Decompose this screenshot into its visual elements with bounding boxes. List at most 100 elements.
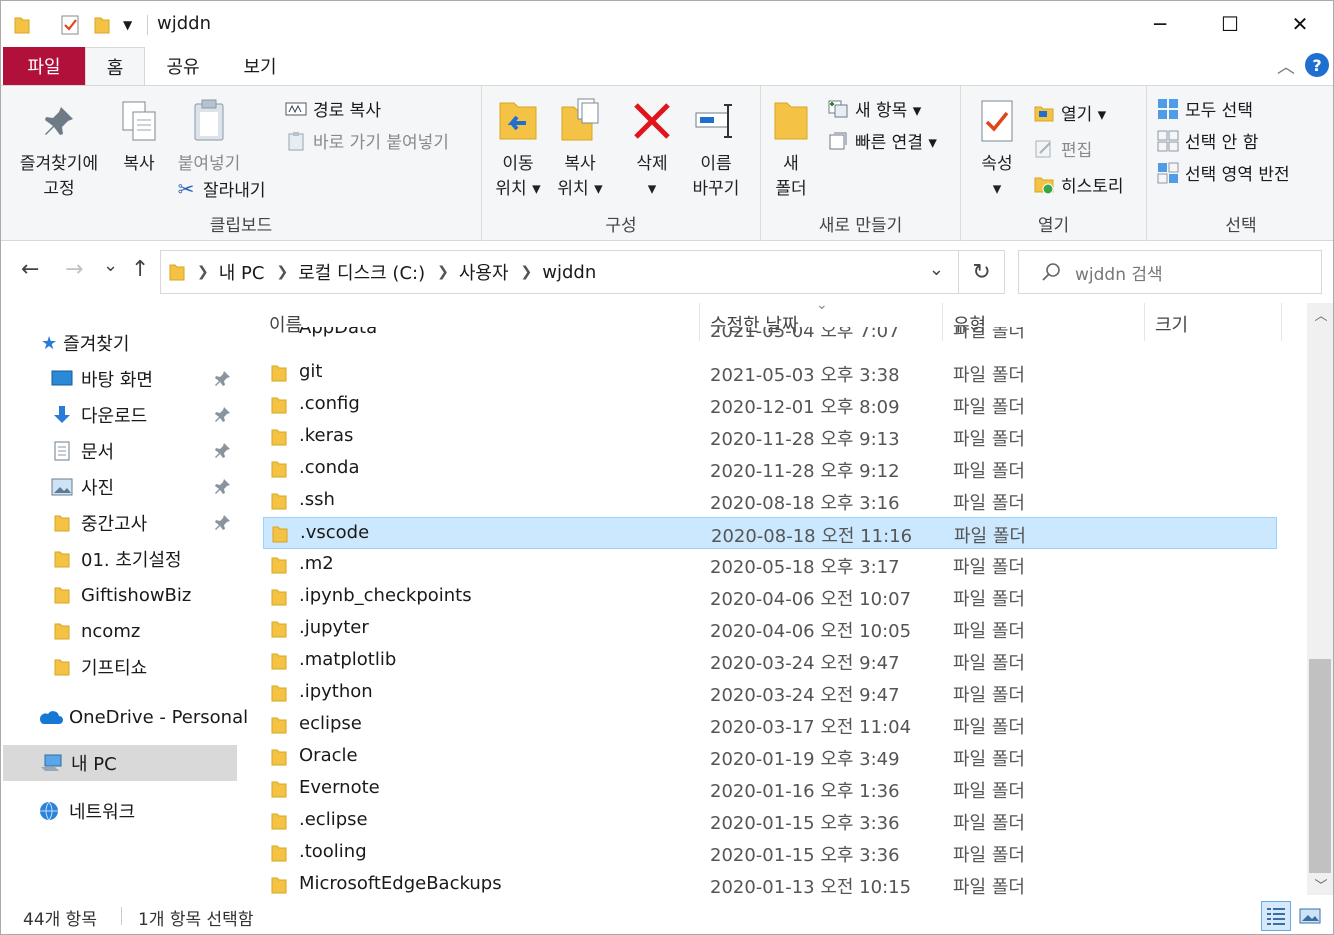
pin-icon bbox=[37, 96, 81, 146]
sidebar-item-quick[interactable]: 01. 초기설정 bbox=[1, 541, 237, 577]
sidebar-item-network[interactable]: 네트워크 bbox=[1, 793, 237, 829]
select-none-button[interactable]: 선택 안 함 bbox=[1157, 128, 1258, 153]
sidebar-item-onedrive[interactable]: OneDrive - Personal bbox=[1, 699, 248, 735]
new-folder-button[interactable]: 새 폴더 bbox=[767, 96, 815, 202]
new-item-button[interactable]: 새 항목 ▾ bbox=[827, 96, 921, 121]
search-placeholder: wjddn 검색 bbox=[1075, 264, 1163, 285]
history-button[interactable]: 히스토리 bbox=[1033, 172, 1124, 197]
sidebar-item-quick[interactable]: 기프티쇼 bbox=[1, 649, 237, 685]
breadcrumb-separator-icon[interactable]: ❯ bbox=[437, 264, 449, 280]
table-row[interactable]: .config 2020-12-01 오후 8:09 파일 폴더 bbox=[263, 389, 1277, 421]
tab-home[interactable]: 홈 bbox=[85, 47, 145, 86]
vertical-scrollbar[interactable]: ︿ ﹀ bbox=[1307, 303, 1333, 895]
table-row[interactable]: eclipse 2020-03-17 오전 11:04 파일 폴더 bbox=[263, 709, 1277, 741]
table-row[interactable]: .vscode 2020-08-18 오전 11:16 파일 폴더 bbox=[263, 517, 1277, 549]
tab-share[interactable]: 공유 bbox=[151, 47, 215, 85]
tab-view[interactable]: 보기 bbox=[223, 47, 297, 85]
move-to-button[interactable]: 이동 위치 ▾ bbox=[490, 96, 546, 202]
sidebar-item-quick[interactable]: 바탕 화면 bbox=[1, 361, 237, 397]
table-row[interactable]: .eclipse 2020-01-15 오후 3:36 파일 폴더 bbox=[263, 805, 1277, 837]
sidebar-item-quick[interactable]: GiftishowBiz bbox=[1, 577, 237, 613]
pin-quick-access-button[interactable]: 즐겨찾기에 고정 bbox=[9, 96, 109, 202]
table-row[interactable]: .conda 2020-11-28 오후 9:12 파일 폴더 bbox=[263, 453, 1277, 485]
open-button[interactable]: 열기 ▾ bbox=[1033, 100, 1106, 125]
table-row[interactable]: .m2 2020-05-18 오후 3:17 파일 폴더 bbox=[263, 549, 1277, 581]
rename-button[interactable]: 이름 바꾸기 bbox=[684, 96, 748, 202]
file-type: 파일 폴더 bbox=[953, 749, 1025, 770]
address-dropdown-icon[interactable]: ⌄ bbox=[929, 259, 944, 280]
refresh-button[interactable]: ↻ bbox=[959, 250, 1005, 294]
table-row[interactable]: MicrosoftEdgeBackups 2020-01-13 오전 10:15 파… bbox=[263, 869, 1277, 895]
table-row[interactable]: .jupyter 2020-04-06 오전 10:05 파일 폴더 bbox=[263, 613, 1277, 645]
scrollbar-thumb[interactable] bbox=[1309, 659, 1331, 873]
edit-button[interactable]: 편집 bbox=[1033, 136, 1092, 161]
breadcrumb-separator-icon[interactable]: ❯ bbox=[276, 264, 288, 280]
copy-path-button[interactable]: 경로 복사 bbox=[285, 96, 381, 121]
folder-icon bbox=[271, 779, 287, 798]
customize-qa-dropdown-icon[interactable]: ▼ bbox=[123, 11, 132, 39]
table-row-partial[interactable]: AppData 2021-05-04 오후 7:07 파일 폴더 bbox=[263, 327, 1277, 341]
new-folder-qa-icon[interactable] bbox=[93, 11, 111, 39]
column-divider[interactable] bbox=[1281, 303, 1282, 341]
sidebar-item-quick[interactable]: ncomz bbox=[1, 613, 237, 649]
table-row[interactable]: .ipython 2020-03-24 오전 9:47 파일 폴더 bbox=[263, 677, 1277, 709]
copy-to-button[interactable]: 복사 위치 ▾ bbox=[550, 96, 610, 202]
breadcrumb-separator-icon[interactable]: ❯ bbox=[197, 264, 209, 280]
navigation-bar: ← → ⌄ ↑ ❯ 내 PC ❯ 로컬 디스크 (C:) ❯ 사용자 ❯ wjd… bbox=[1, 241, 1333, 303]
file-date: 2020-11-28 오후 9:12 bbox=[710, 461, 900, 482]
cut-button[interactable]: ✂ 잘라내기 bbox=[175, 176, 266, 202]
folder-icon bbox=[272, 524, 288, 543]
table-row[interactable]: .ssh 2020-08-18 오후 3:16 파일 폴더 bbox=[263, 485, 1277, 517]
table-row[interactable]: .keras 2020-11-28 오후 9:13 파일 폴더 bbox=[263, 421, 1277, 453]
sidebar-item-quick-access[interactable]: ★ 즐겨찾기 bbox=[1, 325, 237, 361]
maximize-button[interactable]: ☐ bbox=[1195, 1, 1265, 47]
table-row[interactable]: git 2021-05-03 오후 3:38 파일 폴더 bbox=[263, 357, 1277, 389]
breadcrumb-separator-icon[interactable]: ❯ bbox=[521, 264, 533, 280]
up-button[interactable]: ↑ bbox=[131, 257, 149, 282]
tab-file[interactable]: 파일 bbox=[3, 47, 85, 85]
file-name: git bbox=[299, 361, 323, 382]
breadcrumb-users[interactable]: 사용자 bbox=[459, 259, 509, 285]
collapse-ribbon-icon[interactable]: ︿ bbox=[1277, 53, 1295, 79]
back-button[interactable]: ← bbox=[21, 257, 39, 282]
open-group-label: 열기 bbox=[1037, 216, 1070, 236]
minimize-button[interactable]: ─ bbox=[1125, 1, 1195, 47]
sidebar-item-quick[interactable]: 다운로드 bbox=[1, 397, 237, 433]
sidebar-item-quick[interactable]: 사진 bbox=[1, 469, 237, 505]
breadcrumb-this-pc[interactable]: 내 PC bbox=[219, 259, 265, 285]
table-row[interactable]: .ipynb_checkpoints 2020-04-06 오전 10:07 파일 … bbox=[263, 581, 1277, 613]
invert-selection-button[interactable]: 선택 영역 반전 bbox=[1157, 160, 1290, 185]
table-row[interactable]: .matplotlib 2020-03-24 오전 9:47 파일 폴더 bbox=[263, 645, 1277, 677]
sidebar-item-this-pc[interactable]: 내 PC bbox=[3, 745, 237, 781]
large-icons-view-icon bbox=[1299, 908, 1321, 924]
details-view-button[interactable] bbox=[1261, 901, 1291, 931]
address-bar[interactable]: ❯ 내 PC ❯ 로컬 디스크 (C:) ❯ 사용자 ❯ wjddn ⌄ bbox=[160, 250, 959, 294]
forward-button[interactable]: → bbox=[65, 257, 83, 282]
close-button[interactable]: ✕ bbox=[1265, 1, 1333, 47]
properties-qa-icon[interactable] bbox=[59, 11, 81, 39]
paste-button[interactable]: 붙여넣기 bbox=[171, 96, 247, 177]
select-all-button[interactable]: 모두 선택 bbox=[1157, 96, 1253, 121]
scroll-up-icon[interactable]: ︿ bbox=[1307, 303, 1333, 325]
sidebar-item-label: GiftishowBiz bbox=[81, 584, 192, 606]
large-icons-view-button[interactable] bbox=[1295, 901, 1325, 931]
sidebar-item-quick[interactable]: 중간고사 bbox=[1, 505, 237, 541]
status-bar: 44개 항목 1개 항목 선택함 bbox=[1, 895, 1333, 934]
folder-icon bbox=[271, 715, 287, 734]
table-row[interactable]: .tooling 2020-01-15 오후 3:36 파일 폴더 bbox=[263, 837, 1277, 869]
delete-button[interactable]: 삭제 ▾ bbox=[626, 96, 678, 202]
table-row[interactable]: Evernote 2020-01-16 오후 1:36 파일 폴더 bbox=[263, 773, 1277, 805]
properties-button[interactable]: 속성 ▾ bbox=[971, 96, 1023, 202]
sidebar-item-quick[interactable]: 문서 bbox=[1, 433, 237, 469]
scroll-down-icon[interactable]: ﹀ bbox=[1307, 873, 1333, 895]
help-icon[interactable]: ? bbox=[1305, 53, 1329, 77]
breadcrumb-wjddn[interactable]: wjddn bbox=[542, 262, 596, 283]
paste-shortcut-button[interactable]: 바로 가기 붙여넣기 bbox=[285, 128, 449, 153]
file-type: 파일 폴더 bbox=[953, 653, 1025, 674]
search-box[interactable]: wjddn 검색 bbox=[1018, 250, 1322, 294]
recent-locations-button[interactable]: ⌄ bbox=[103, 255, 118, 276]
table-row[interactable]: Oracle 2020-01-19 오후 3:49 파일 폴더 bbox=[263, 741, 1277, 773]
copy-button[interactable]: 복사 bbox=[111, 96, 167, 177]
easy-access-button[interactable]: 빠른 연결 ▾ bbox=[827, 128, 937, 153]
breadcrumb-local-disk[interactable]: 로컬 디스크 (C:) bbox=[298, 259, 425, 285]
